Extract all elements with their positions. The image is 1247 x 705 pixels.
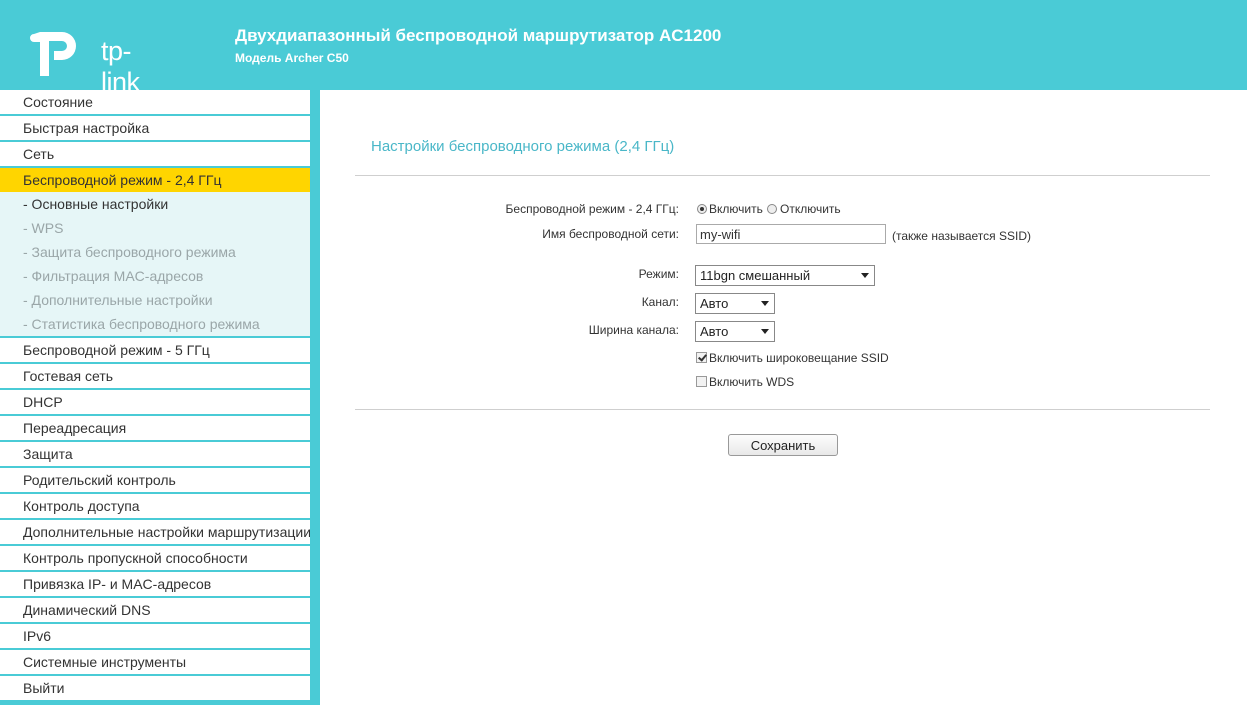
logo-text: tp-link [101,36,140,97]
ssid-broadcast-checkbox[interactable] [696,352,707,363]
channel-select[interactable]: Авто [695,293,775,314]
wireless-submenu: - Основные настройки - WPS - Защита бесп… [0,192,310,336]
menu-item-advanced-routing[interactable]: Дополнительные настройки маршрутизации [0,520,310,544]
menu-item-ddns[interactable]: Динамический DNS [0,598,310,622]
radio-disable[interactable] [767,204,777,214]
menu-item-quick-setup[interactable]: Быстрая настройка [0,116,310,140]
menu-item-ipv6[interactable]: IPv6 [0,624,310,648]
channel-width-label: Ширина канала: [588,323,679,337]
wds-label[interactable]: Включить WDS [709,375,794,389]
ssid-label: Имя беспроводной сети: [542,227,679,241]
menu-item-wireless-24[interactable]: Беспроводной режим - 2,4 ГГц [0,168,310,192]
submenu-wps[interactable]: - WPS [0,216,310,240]
tp-link-logo-icon [30,32,76,76]
menu-item-dhcp[interactable]: DHCP [0,390,310,414]
menu-item-system-tools[interactable]: Системные инструменты [0,650,310,674]
submenu-basic-settings[interactable]: - Основные настройки [0,192,310,216]
channel-select-value: Авто [700,296,729,311]
radio-enable-label[interactable]: Включить [709,202,763,216]
menu-item-status[interactable]: Состояние [0,90,310,114]
submenu-wireless-security[interactable]: - Защита беспроводного режима [0,240,310,264]
channel-label: Канал: [641,295,679,309]
menu-item-guest-network[interactable]: Гостевая сеть [0,364,310,388]
wireless-mode-label: Беспроводной режим - 2,4 ГГц: [505,202,679,216]
save-button[interactable]: Сохранить [728,434,838,456]
mode-select[interactable]: 11bgn смешанный [695,265,875,286]
menu-item-logout[interactable]: Выйти [0,676,310,700]
chevron-down-icon [861,273,869,278]
divider-bottom [355,409,1210,410]
section-title: Настройки беспроводного режима (2,4 ГГц) [371,138,675,155]
sidebar-menu: Состояние Быстрая настройка Сеть Беспров… [0,90,310,705]
channel-width-select-value: Авто [700,324,729,339]
chevron-down-icon [761,329,769,334]
ssid-broadcast-label[interactable]: Включить широковещание SSID [709,351,889,365]
page-title: Двухдиапазонный беспроводной маршрутизат… [235,26,722,45]
submenu-mac-filter[interactable]: - Фильтрация MAC-адресов [0,264,310,288]
menu-item-forwarding[interactable]: Переадресация [0,416,310,440]
sidebar-container: Состояние Быстрая настройка Сеть Беспров… [0,90,320,705]
menu-item-parental-control[interactable]: Родительский контроль [0,468,310,492]
wds-checkbox[interactable] [696,376,707,387]
channel-width-select[interactable]: Авто [695,321,775,342]
menu-item-bandwidth-control[interactable]: Контроль пропускной способности [0,546,310,570]
mode-select-value: 11bgn смешанный [700,268,811,283]
menu-item-network[interactable]: Сеть [0,142,310,166]
model-name: Модель Archer C50 [235,51,349,65]
menu-item-security[interactable]: Защита [0,442,310,466]
mode-label: Режим: [638,267,679,281]
submenu-statistics[interactable]: - Статистика беспроводного режима [0,312,310,336]
main-content: Настройки беспроводного режима (2,4 ГГц)… [320,90,1247,705]
tp-link-logo[interactable]: tp-link [22,22,162,97]
menu-item-access-control[interactable]: Контроль доступа [0,494,310,518]
menu-item-wireless-5[interactable]: Беспроводной режим - 5 ГГц [0,338,310,362]
radio-enable[interactable] [697,204,707,214]
menu-item-ip-mac-binding[interactable]: Привязка IP- и MAC-адресов [0,572,310,596]
radio-disable-label[interactable]: Отключить [780,202,841,216]
divider-top [355,175,1210,176]
header-bar: tp-link Двухдиапазонный беспроводной мар… [0,0,1247,97]
ssid-note: (также называется SSID) [892,229,1031,243]
ssid-input[interactable] [696,224,886,244]
submenu-advanced[interactable]: - Дополнительные настройки [0,288,310,312]
chevron-down-icon [761,301,769,306]
